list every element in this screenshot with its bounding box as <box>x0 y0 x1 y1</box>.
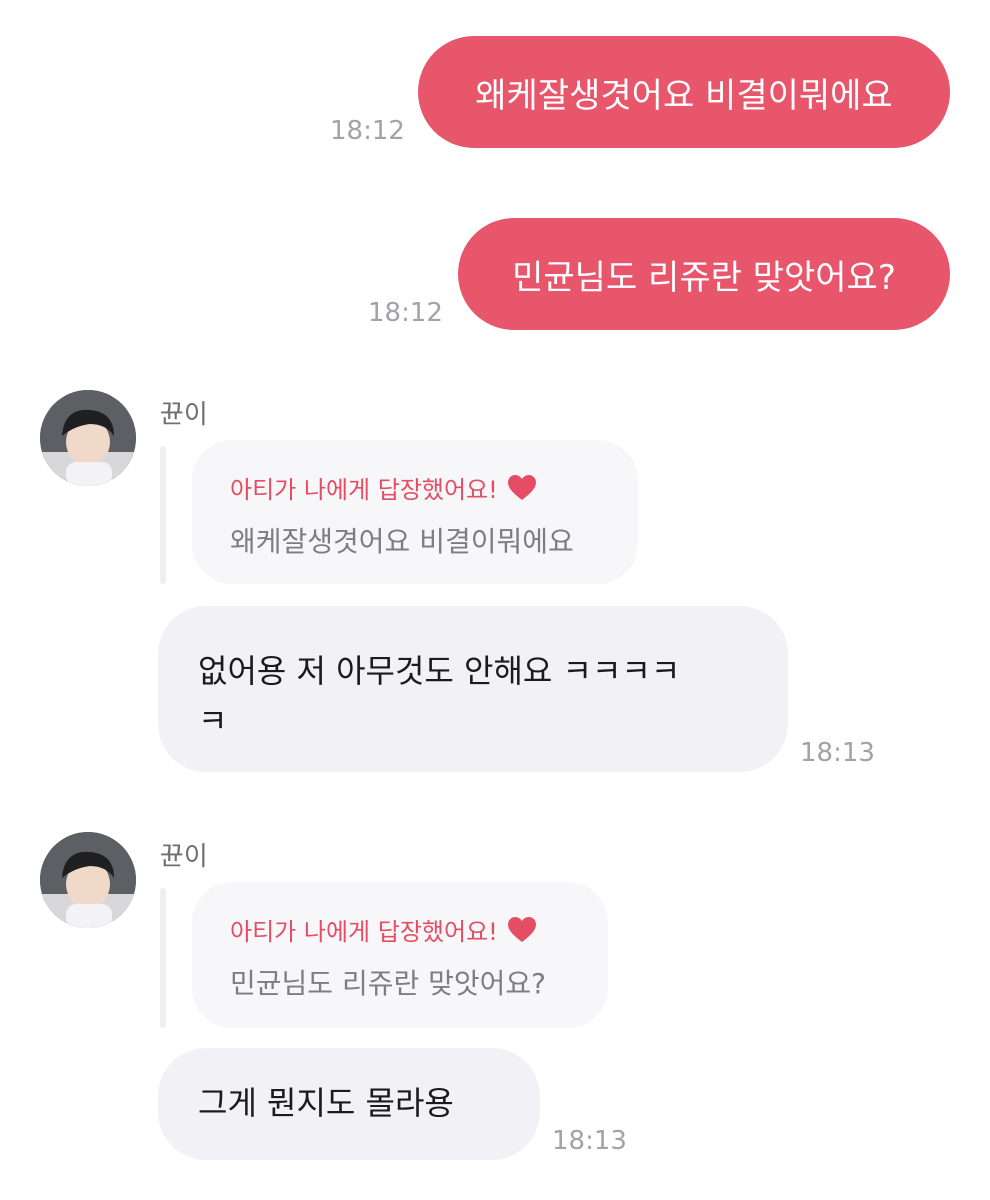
incoming-message-bubble[interactable]: 그게 뭔지도 몰라용 <box>158 1048 540 1160</box>
profile-photo-icon <box>40 390 136 486</box>
outgoing-message-text: 왜케잘생겻어요 비결이뭐에요 <box>475 75 893 116</box>
incoming-message-text: 없어용 저 아무것도 안해요 ㅋㅋㅋㅋ ㅋ <box>198 646 680 746</box>
heart-icon <box>507 916 536 942</box>
incoming-message-bubble[interactable]: 없어용 저 아무것도 안해요 ㅋㅋㅋㅋ ㅋ <box>158 606 788 772</box>
reply-thread-line <box>160 888 166 1028</box>
quoted-reply-card[interactable]: 아티가 나에게 답장했어요! 왜케잘생겻어요 비결이뭐에요 <box>192 440 638 584</box>
reply-notice: 아티가 나에게 답장했어요! <box>230 912 536 947</box>
reply-notice-text: 아티가 나에게 답장했어요! <box>230 918 498 946</box>
outgoing-message-text: 민균님도 리쥬란 맞앗어요? <box>512 257 896 298</box>
sender-name: 뀬이 <box>160 842 208 872</box>
message-line: ㅋ <box>198 702 228 740</box>
reply-notice: 아티가 나에게 답장했어요! <box>230 470 536 505</box>
message-timestamp: 18:13 <box>800 738 875 768</box>
quoted-message-text: 왜케잘생겻어요 비결이뭐에요 <box>230 525 574 558</box>
heart-icon <box>507 474 536 500</box>
incoming-message-text: 그게 뭔지도 몰라용 <box>198 1078 454 1128</box>
message-line: 없어용 저 아무것도 안해요 ㅋㅋㅋㅋ <box>198 652 681 690</box>
reply-thread-line <box>160 446 166 584</box>
message-timestamp: 18:12 <box>368 298 443 328</box>
message-timestamp: 18:13 <box>552 1126 627 1156</box>
quoted-message-text: 민균님도 리쥬란 맞앗어요? <box>230 967 547 1000</box>
sender-avatar[interactable] <box>40 390 136 486</box>
sender-avatar[interactable] <box>40 832 136 928</box>
message-line: 그게 뭔지도 몰라용 <box>198 1084 454 1122</box>
sender-name: 뀬이 <box>160 400 208 430</box>
profile-photo-icon <box>40 832 136 928</box>
quoted-reply-card[interactable]: 아티가 나에게 답장했어요! 민균님도 리쥬란 맞앗어요? <box>192 882 608 1028</box>
outgoing-message-bubble[interactable]: 민균님도 리쥬란 맞앗어요? <box>458 218 950 330</box>
reply-notice-text: 아티가 나에게 답장했어요! <box>230 476 498 504</box>
message-timestamp: 18:12 <box>330 116 405 146</box>
outgoing-message-bubble[interactable]: 왜케잘생겻어요 비결이뭐에요 <box>418 36 950 148</box>
